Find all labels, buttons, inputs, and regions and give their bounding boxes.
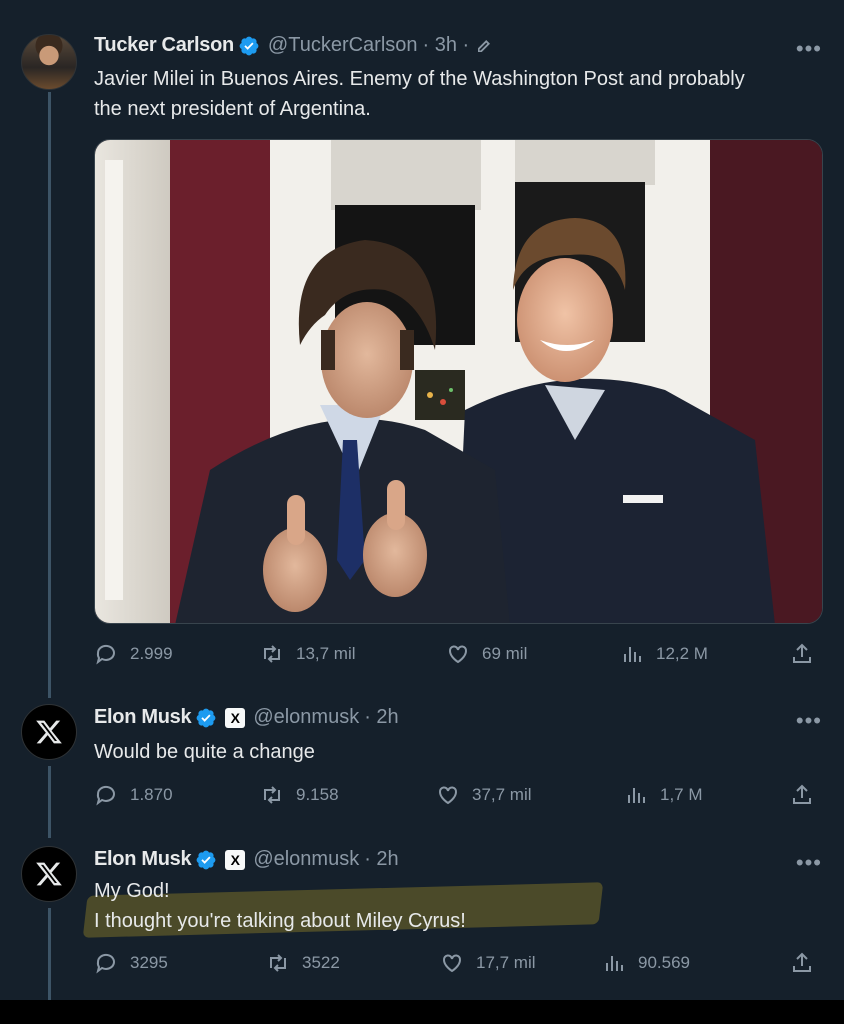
reply-icon	[96, 644, 115, 665]
repost-button[interactable]: 3522	[266, 951, 340, 975]
repost-icon	[270, 954, 286, 972]
tweet-text-line: Javier Milei in Buenos Aires. Enemy of t…	[94, 68, 745, 90]
repost-count: 9.158	[296, 785, 339, 804]
tweet-text: My God! I thought you're talking about M…	[94, 876, 466, 936]
views-icon	[606, 956, 623, 971]
avatar[interactable]	[21, 846, 77, 902]
author-name[interactable]: Elon Musk	[94, 706, 192, 729]
repost-button[interactable]: 13,7 mil	[260, 642, 356, 666]
views-icon	[628, 788, 645, 803]
share-button[interactable]	[790, 642, 826, 666]
views-count: 90.569	[638, 953, 690, 972]
more-icon[interactable]: •••	[796, 850, 822, 876]
share-icon	[793, 643, 811, 663]
author-name[interactable]: Elon Musk	[94, 848, 192, 871]
verified-icon	[239, 36, 259, 55]
like-button[interactable]: 17,7 mil	[440, 951, 536, 975]
repost-button[interactable]: 9.158	[260, 783, 339, 807]
tweet-actions: 2.999 13,7 mil 69 mil 12,2 M	[94, 642, 816, 672]
tweet-header: Elon Musk X @elonmusk · 2h	[94, 848, 399, 871]
more-icon[interactable]: •••	[796, 708, 822, 734]
reply-button[interactable]: 3295	[94, 951, 168, 975]
author-name[interactable]: Tucker Carlson	[94, 34, 234, 57]
share-button[interactable]	[790, 783, 826, 807]
edit-icon[interactable]	[475, 37, 493, 55]
tweet-header: Tucker Carlson @TuckerCarlson · 3h ·	[94, 34, 493, 57]
tweet-header: Elon Musk X @elonmusk · 2h	[94, 706, 399, 729]
tweet-elon-1[interactable]: Elon Musk X @elonmusk · 2h ••• Would be …	[0, 690, 844, 835]
author-handle[interactable]: @TuckerCarlson	[268, 34, 418, 57]
tweet-text: Would be quite a change	[94, 741, 315, 763]
more-icon[interactable]: •••	[796, 36, 822, 62]
like-button[interactable]: 37,7 mil	[436, 783, 532, 807]
repost-icon	[264, 645, 280, 663]
views-button[interactable]: 90.569	[602, 951, 690, 975]
reply-button[interactable]: 2.999	[94, 642, 173, 666]
reply-count: 1.870	[130, 785, 173, 804]
x-logo-icon	[36, 720, 62, 744]
tweet-text-line: the next president of Argentina.	[94, 98, 371, 120]
views-icon	[624, 647, 641, 662]
verified-icon	[196, 850, 216, 869]
share-icon	[793, 784, 811, 804]
views-button[interactable]: 1,7 M	[624, 783, 703, 807]
like-count: 37,7 mil	[472, 785, 532, 804]
avatar[interactable]	[21, 704, 77, 760]
author-handle[interactable]: @elonmusk	[253, 848, 359, 871]
tweet-text-line: I thought you're talking about Miley Cyr…	[94, 910, 466, 932]
avatar[interactable]	[21, 34, 77, 90]
like-icon	[449, 645, 467, 664]
repost-icon	[264, 786, 280, 804]
repost-count: 3522	[302, 953, 340, 972]
tweet-text-line: My God!	[94, 880, 170, 902]
timestamp[interactable]: · 3h ·	[423, 34, 470, 57]
reply-count: 2.999	[130, 644, 173, 663]
affiliate-badge[interactable]: X	[225, 707, 246, 728]
tweet-text: Javier Milei in Buenos Aires. Enemy of t…	[94, 64, 745, 124]
views-count: 12,2 M	[656, 644, 708, 663]
verified-icon	[196, 708, 216, 727]
tweet-actions: 3295 3522 17,7 mil 90.569	[94, 951, 816, 981]
x-logo-icon	[36, 862, 62, 886]
like-icon	[439, 786, 457, 805]
views-count: 1,7 M	[660, 785, 703, 804]
timestamp[interactable]: · 2h	[364, 848, 398, 871]
tweet-actions: 1.870 9.158 37,7 mil 1,7 M	[94, 783, 816, 813]
like-icon	[443, 954, 461, 973]
tweet-tucker[interactable]: Tucker Carlson @TuckerCarlson · 3h · •••…	[0, 0, 844, 690]
tweet-photo[interactable]	[94, 139, 823, 624]
photo-image	[95, 140, 822, 623]
tweet-elon-2[interactable]: Elon Musk X @elonmusk · 2h ••• My God! I…	[0, 832, 844, 1000]
repost-count: 13,7 mil	[296, 644, 356, 663]
like-count: 17,7 mil	[476, 953, 536, 972]
like-button[interactable]: 69 mil	[446, 642, 527, 666]
bottom-bar	[0, 1000, 844, 1024]
author-handle[interactable]: @elonmusk	[253, 706, 359, 729]
affiliate-badge[interactable]: X	[225, 849, 246, 870]
reply-count: 3295	[130, 953, 168, 972]
reply-icon	[96, 785, 115, 806]
share-button[interactable]	[790, 951, 826, 975]
share-icon	[793, 952, 811, 972]
like-count: 69 mil	[482, 644, 528, 663]
reply-button[interactable]: 1.870	[94, 783, 173, 807]
views-button[interactable]: 12,2 M	[620, 642, 708, 666]
reply-icon	[96, 953, 115, 974]
timestamp[interactable]: · 2h	[364, 706, 398, 729]
